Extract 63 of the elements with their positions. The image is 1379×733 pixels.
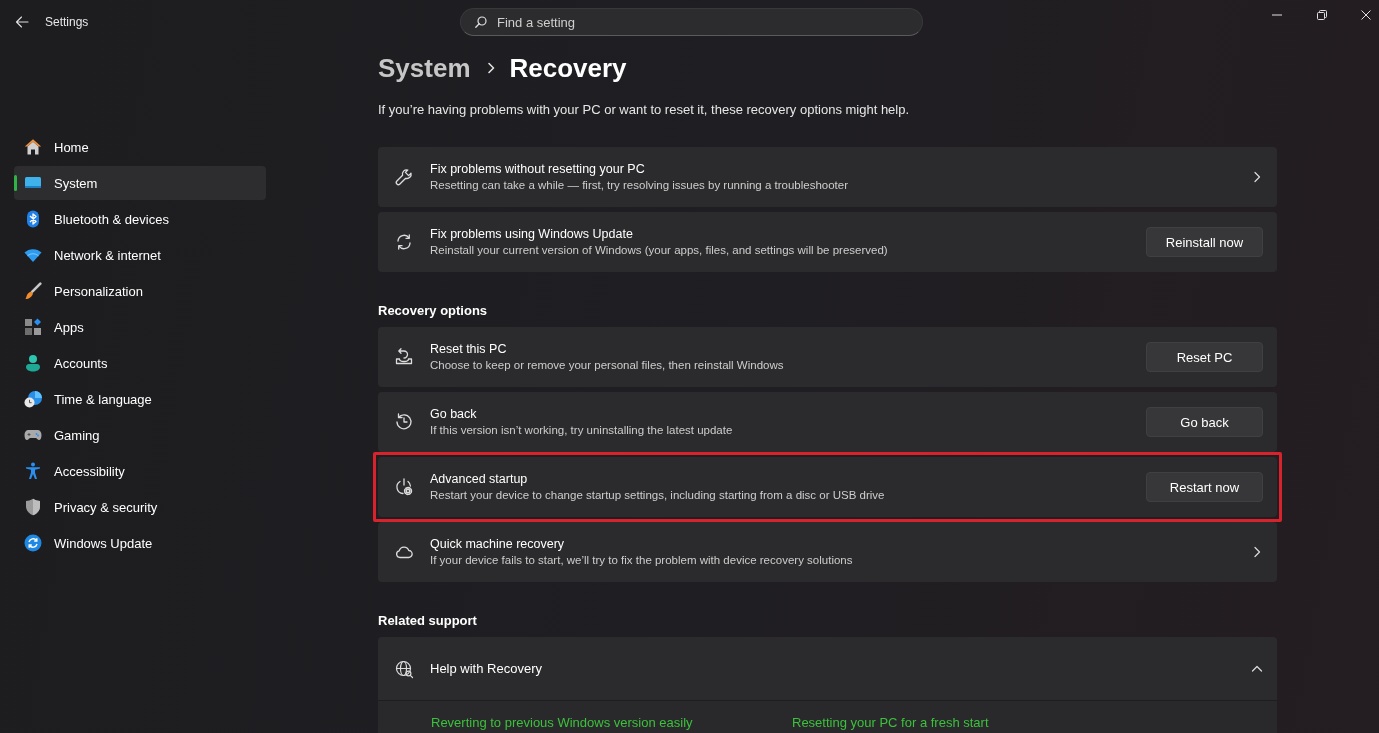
globe-clock-icon [24,390,42,408]
paintbrush-icon [24,282,42,300]
restore-icon [1316,10,1327,20]
globe-search-icon [394,658,414,679]
card-title: Fix problems using Windows Update [430,226,634,243]
action-button[interactable]: Reinstall now [1146,227,1263,257]
tray-arrow-icon [394,347,414,367]
card-title: Go back [430,406,478,423]
action-button[interactable]: Restart now [1146,472,1263,502]
help-link[interactable]: Reverting to previous Windows version easily [431,714,693,732]
person-icon [24,354,42,372]
sidebar-item[interactable]: Bluetooth & devices [14,202,266,236]
power-gear-icon [394,477,414,497]
sidebar-item[interactable]: System [14,166,266,200]
sidebar-item[interactable]: Gaming [14,418,266,452]
action-button[interactable]: Reset PC [1146,342,1263,372]
apps-grid-icon [24,318,42,336]
breadcrumb-link[interactable]: System [378,52,471,84]
arrow-left-icon [15,16,29,28]
card-description: If your device fails to start, we’ll try to fix the problem with device recovery solutions [430,553,854,568]
wrench-icon [394,167,414,187]
card-description: If this version isn’t working, try uninstalling the latest update [430,423,734,438]
refresh-icon [394,232,414,252]
sidebar-item[interactable]: Time & language [14,382,266,416]
card-description: Reinstall your current version of Windows (your apps, files, and settings will be preserved) [430,243,889,258]
sidebar-item[interactable]: Privacy & security [14,490,266,524]
help-link[interactable]: Resetting your PC for a fresh start [792,714,989,732]
chevron-right-icon [1251,171,1263,183]
search-field[interactable]: Find a setting [460,8,923,36]
card-title: Reset this PC [430,341,508,358]
sidebar-item[interactable]: Personalization [14,274,266,308]
card-title: Fix problems without resetting your PC [430,161,646,178]
expander-header[interactable]: Help with Recovery [378,637,1277,700]
settings-card[interactable]: Fix problems without resetting your PC Resetting can take a while — first, try resolving issues by running a troubleshooter [378,147,1277,207]
sidebar-item[interactable]: Accessibility [14,454,266,488]
page-description: If you’re having problems with your PC or want to reset it, these recovery options might help. [378,101,911,119]
section-heading: Recovery options [378,302,489,320]
search-icon [475,16,487,28]
chevron-right-icon [1251,546,1263,558]
card-description: Restart your device to change startup settings, including starting from a disc or USB drive [430,488,886,503]
section-heading: Related support [378,612,478,630]
chevron-right-icon [485,62,496,74]
sidebar-item[interactable]: Windows Update [14,526,266,560]
close-icon [1361,10,1371,20]
sidebar-item[interactable]: Accounts [14,346,266,380]
sidebar-item[interactable]: Apps [14,310,266,344]
wifi-icon [24,246,42,264]
page-title: Recovery [509,52,627,84]
settings-card[interactable]: Quick machine recovery If your device fails to start, we’ll try to fix the problem with device recovery solutions [378,522,1277,582]
sync-arrows-icon [24,534,42,552]
card-description: Resetting can take a while — first, try resolving issues by running a troubleshooter [430,178,850,193]
window-title: Settings [45,15,89,29]
shield-icon [24,498,42,516]
house-icon [24,138,42,156]
sidebar-item[interactable]: Home [14,130,266,164]
bluetooth-icon [24,210,42,228]
accessibility-icon [24,462,42,480]
card-title: Quick machine recovery [430,536,566,553]
card-title: Advanced startup [430,471,529,488]
card-description: Choose to keep or remove your personal files, then reinstall Windows [430,358,785,373]
action-button[interactable]: Go back [1146,407,1263,437]
clock-arrow-icon [394,412,414,432]
sidebar-item[interactable]: Network & internet [14,238,266,272]
